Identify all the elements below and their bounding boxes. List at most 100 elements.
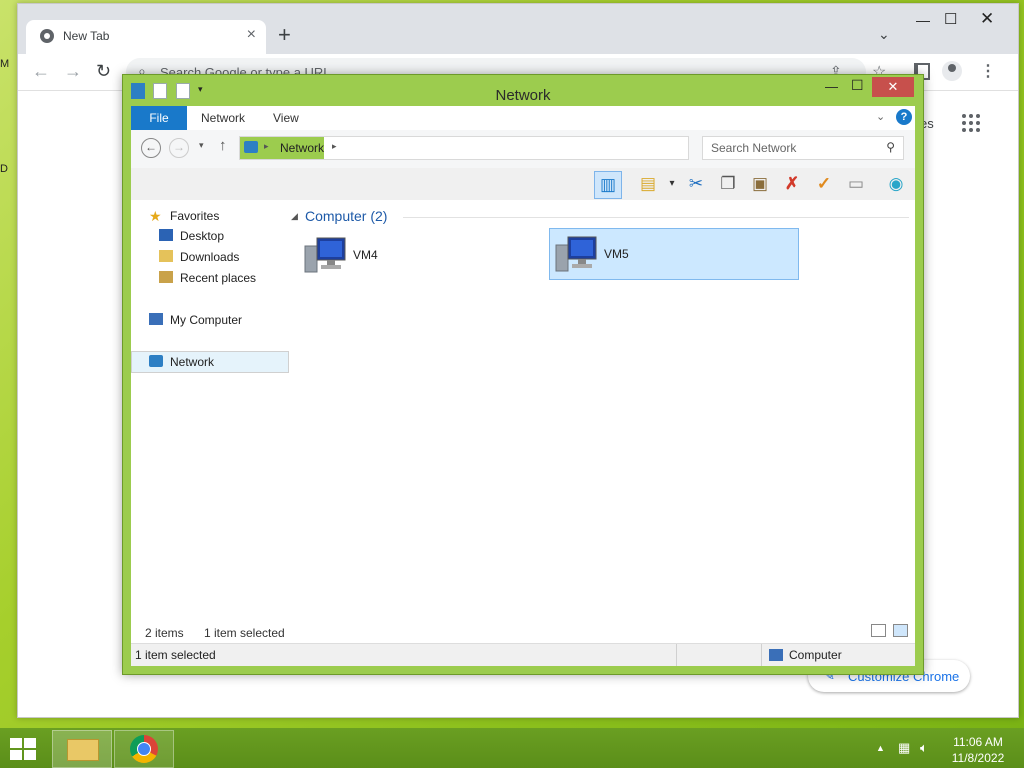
minimize-icon[interactable]: —: [916, 12, 930, 28]
nav-desktop[interactable]: Desktop: [159, 229, 224, 243]
window-title: Network: [495, 87, 551, 104]
tray-overflow-icon[interactable]: ▲: [876, 743, 885, 753]
address-row: ← → ▾ ↑ ▸ Network ▸ ⌄ ✕ Search Network ⚲: [131, 130, 915, 169]
copy-icon[interactable]: ❐: [715, 171, 741, 197]
tab-view[interactable]: View: [273, 106, 299, 130]
desktop-icon: [159, 229, 173, 241]
computer-icon: [555, 236, 597, 272]
forward-arrow-icon[interactable]: →: [64, 61, 82, 82]
chrome-icon: [130, 735, 158, 763]
nav-downloads[interactable]: Downloads: [159, 250, 239, 264]
help-icon[interactable]: ?: [896, 109, 912, 125]
reload-icon[interactable]: ↻: [96, 61, 111, 82]
profile-head: [948, 64, 956, 72]
breadcrumb-chevron-icon[interactable]: ▸: [332, 141, 337, 152]
nav-label: Favorites: [170, 209, 220, 223]
explorer-window: ▾ Network — ☐ ✕ File Network View ⌄ ? ← …: [122, 74, 924, 675]
status-zone: Computer: [789, 648, 842, 662]
clock-time: 11:06 AM: [953, 735, 1003, 749]
preview-pane-icon[interactable]: ▥: [594, 171, 622, 199]
chrome-favicon-icon: [40, 29, 54, 43]
breadcrumb-chevron-icon[interactable]: ▸: [264, 141, 269, 152]
options-dropdown-icon[interactable]: ▾: [659, 171, 685, 197]
nav-network[interactable]: Network: [149, 355, 214, 369]
status-selection: 1 item selected: [135, 648, 216, 662]
maximize-icon[interactable]: ☐: [944, 10, 957, 28]
nav-label: Downloads: [180, 250, 240, 264]
back-arrow-icon[interactable]: ←: [32, 61, 50, 82]
computer-icon: [149, 313, 163, 325]
ribbon-expand-chevron-icon[interactable]: ⌄: [876, 110, 885, 123]
minimize-icon[interactable]: —: [825, 79, 838, 94]
item-name: VM5: [604, 247, 629, 261]
tab-close-icon[interactable]: ×: [247, 26, 256, 44]
computer-icon: [769, 649, 783, 661]
profile-avatar-icon[interactable]: [942, 61, 962, 81]
delete-icon[interactable]: ✗: [779, 171, 805, 197]
tab-network[interactable]: Network: [201, 106, 245, 130]
file-list: ◢ Computer (2) VM4 VM5: [291, 200, 915, 610]
taskbar-chrome[interactable]: [114, 730, 174, 768]
desktop-icon-partial[interactable]: M: [0, 58, 10, 72]
tab-file[interactable]: File: [131, 106, 187, 130]
tab-strip: New Tab × + ⌄ — ☐ ✕: [18, 4, 1018, 54]
status-bar: 1 item selected Computer: [131, 643, 915, 666]
search-icon: ⚲: [886, 140, 895, 154]
clock-date: 11/8/2022: [951, 751, 1005, 765]
details-status-bar: 2 items 1 item selected: [131, 610, 915, 643]
forward-icon[interactable]: →: [169, 138, 189, 158]
back-icon[interactable]: ←: [141, 138, 161, 158]
maximize-icon[interactable]: ☐: [851, 77, 864, 94]
desktop-icon-partial[interactable]: D: [0, 163, 10, 177]
downloads-folder-icon: [159, 250, 173, 262]
folder-options-icon[interactable]: ▤: [635, 171, 661, 197]
status-divider: [761, 644, 762, 666]
network-icon: [244, 141, 258, 153]
clock[interactable]: 11:06 AM 11/8/2022: [940, 734, 1016, 766]
start-windows-icon[interactable]: [10, 738, 38, 760]
tab-title: New Tab: [63, 29, 110, 43]
rename-icon[interactable]: ▭: [843, 171, 869, 197]
tab-search-chevron-icon[interactable]: ⌄: [878, 26, 890, 43]
status-divider: [676, 644, 677, 666]
tab-new-tab[interactable]: New Tab ×: [26, 20, 266, 54]
star-icon: ★: [149, 208, 162, 224]
close-window-icon[interactable]: ✕: [980, 9, 994, 29]
checkmark-icon[interactable]: ✓: [811, 171, 837, 197]
nav-recent-places[interactable]: Recent places: [159, 271, 256, 285]
address-bar[interactable]: ▸ Network ▸ ⌄ ✕: [239, 136, 788, 160]
up-arrow-icon[interactable]: ↑: [219, 137, 227, 154]
nav-label: My Computer: [170, 313, 243, 327]
item-name: VM4: [353, 248, 378, 262]
network-icon: [149, 355, 163, 367]
collapse-group-icon[interactable]: ◢: [291, 211, 298, 222]
menu-dots-icon[interactable]: ⋮: [980, 61, 996, 81]
recent-places-icon: [159, 271, 173, 283]
volume-icon[interactable]: 🔈︎: [920, 740, 928, 756]
list-item-vm5[interactable]: VM5: [549, 228, 799, 280]
navigation-pane: ★ Favorites Desktop Downloads Recent plac…: [131, 200, 291, 610]
nav-label: Network: [170, 355, 215, 369]
network-tray-icon[interactable]: ▦: [898, 740, 910, 756]
new-tab-plus-icon[interactable]: +: [278, 24, 291, 46]
group-header[interactable]: Computer (2): [305, 208, 387, 224]
taskbar-file-explorer[interactable]: [52, 730, 112, 768]
cut-icon[interactable]: ✂: [683, 171, 709, 197]
group-divider: [403, 217, 909, 218]
list-item-vm4[interactable]: VM4: [299, 230, 547, 280]
details-view-icon[interactable]: [871, 624, 886, 637]
large-icons-view-icon[interactable]: [893, 624, 908, 637]
paste-icon[interactable]: ▣: [747, 171, 773, 197]
selection-count: 1 item selected: [204, 626, 285, 640]
nav-my-computer[interactable]: My Computer: [149, 313, 242, 327]
shell-icon[interactable]: ◉: [883, 171, 909, 197]
chrome-icon-center: [137, 742, 151, 756]
search-input[interactable]: Search Network ⚲: [702, 136, 904, 160]
close-window-icon[interactable]: ✕: [872, 77, 914, 97]
recent-locations-icon[interactable]: ▾: [199, 140, 204, 151]
command-bar: ▥ ▤ ▾ ✂ ❐ ▣ ✗ ✓ ▭ ◉: [131, 168, 915, 200]
google-apps-icon[interactable]: [962, 114, 980, 132]
breadcrumb[interactable]: Network: [280, 141, 324, 155]
nav-favorites[interactable]: ★ Favorites: [149, 208, 220, 224]
taskbar: ▲ ▦ 🔈︎ 11:06 AM 11/8/2022: [0, 728, 1024, 768]
